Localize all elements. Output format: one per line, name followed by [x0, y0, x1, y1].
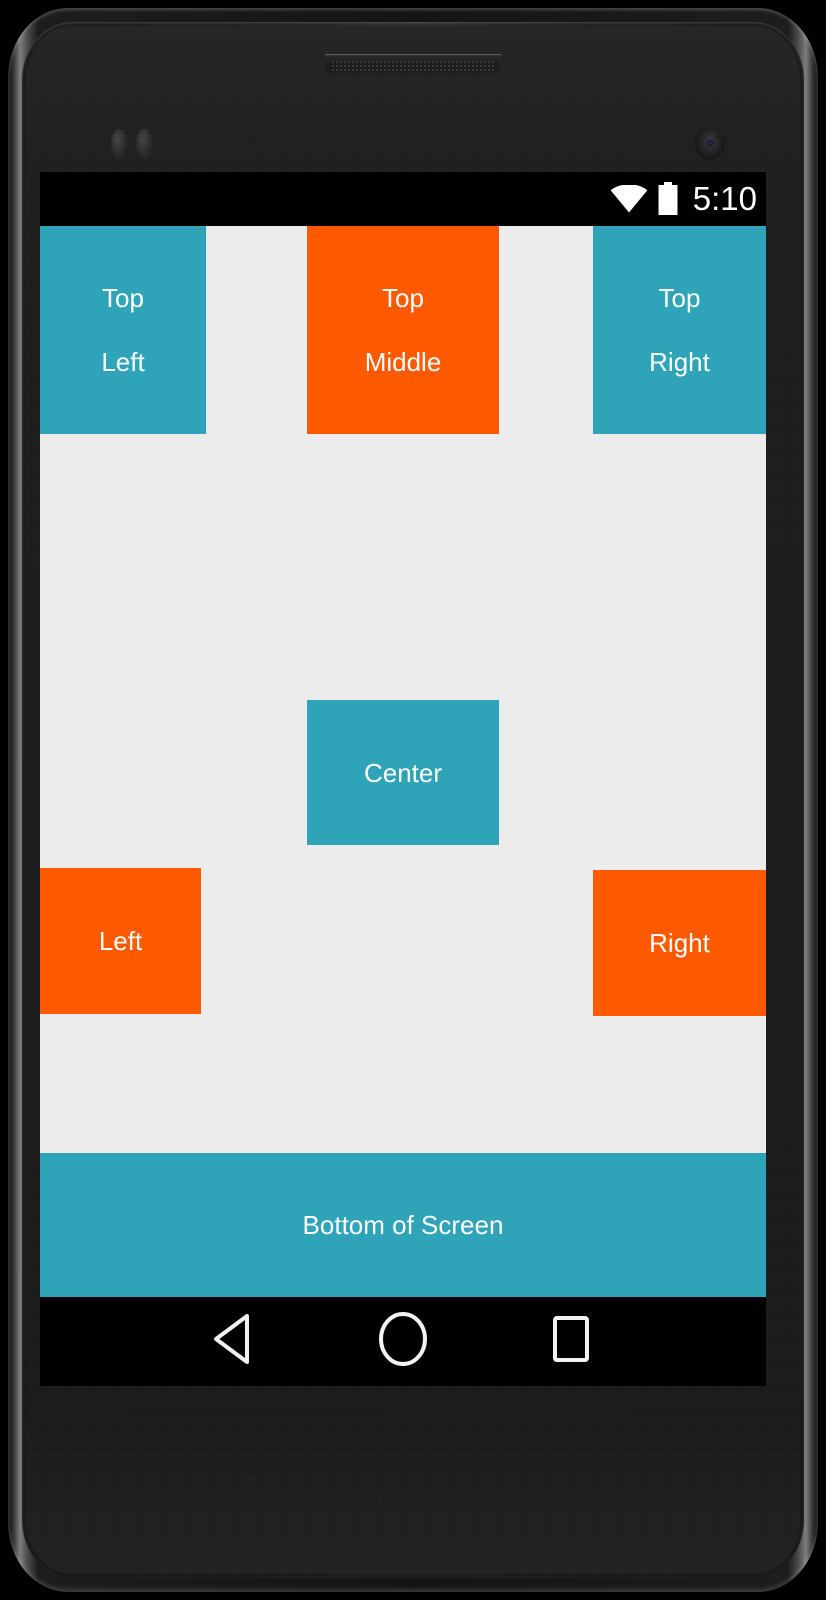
phone-screen: 5:10 Top Left Top Middle Top Right Cente… [40, 172, 766, 1386]
status-bar-icons: 5:10 [610, 182, 757, 216]
box-top-middle[interactable]: Top Middle [307, 226, 499, 434]
android-navigation-bar [40, 1297, 766, 1386]
box-top-left[interactable]: Top Left [40, 226, 206, 434]
box-bottom-of-screen[interactable]: Bottom of Screen [40, 1153, 766, 1297]
box-top-right[interactable]: Top Right [593, 226, 766, 434]
ambient-light-sensor-icon [136, 129, 153, 159]
box-top-left-line-1: Top [102, 283, 144, 313]
status-bar-clock: 5:10 [692, 179, 757, 217]
proximity-sensor-icon [111, 129, 128, 159]
home-circle-icon [377, 1310, 429, 1373]
recents-button[interactable] [540, 1311, 602, 1373]
box-top-middle-line-2: Middle [364, 347, 442, 377]
battery-icon [657, 182, 679, 216]
box-center[interactable]: Center [307, 700, 499, 845]
wifi-icon [610, 185, 648, 213]
home-button[interactable] [372, 1311, 434, 1373]
recents-square-icon [547, 1313, 595, 1370]
box-center-label: Center [363, 757, 443, 788]
box-right[interactable]: Right [593, 870, 766, 1016]
app-content: Top Left Top Middle Top Right Center Lef… [40, 226, 766, 1386]
box-top-right-line-1: Top [658, 283, 701, 313]
status-bar: 5:10 [40, 172, 766, 226]
box-top-middle-line-1: Top [382, 283, 424, 313]
box-left-label: Left [98, 926, 143, 956]
box-bottom-label: Bottom of Screen [302, 1210, 504, 1240]
front-camera-icon [695, 126, 725, 160]
speaker-grille-mesh [331, 60, 495, 71]
back-button[interactable] [204, 1311, 266, 1373]
back-triangle-icon [211, 1313, 259, 1370]
box-right-label: Right [649, 928, 710, 958]
box-left[interactable]: Left [40, 868, 201, 1014]
box-top-left-line-2: Left [101, 347, 145, 377]
speaker-grille-icon [325, 54, 501, 76]
box-top-right-line-2: Right [649, 347, 710, 377]
